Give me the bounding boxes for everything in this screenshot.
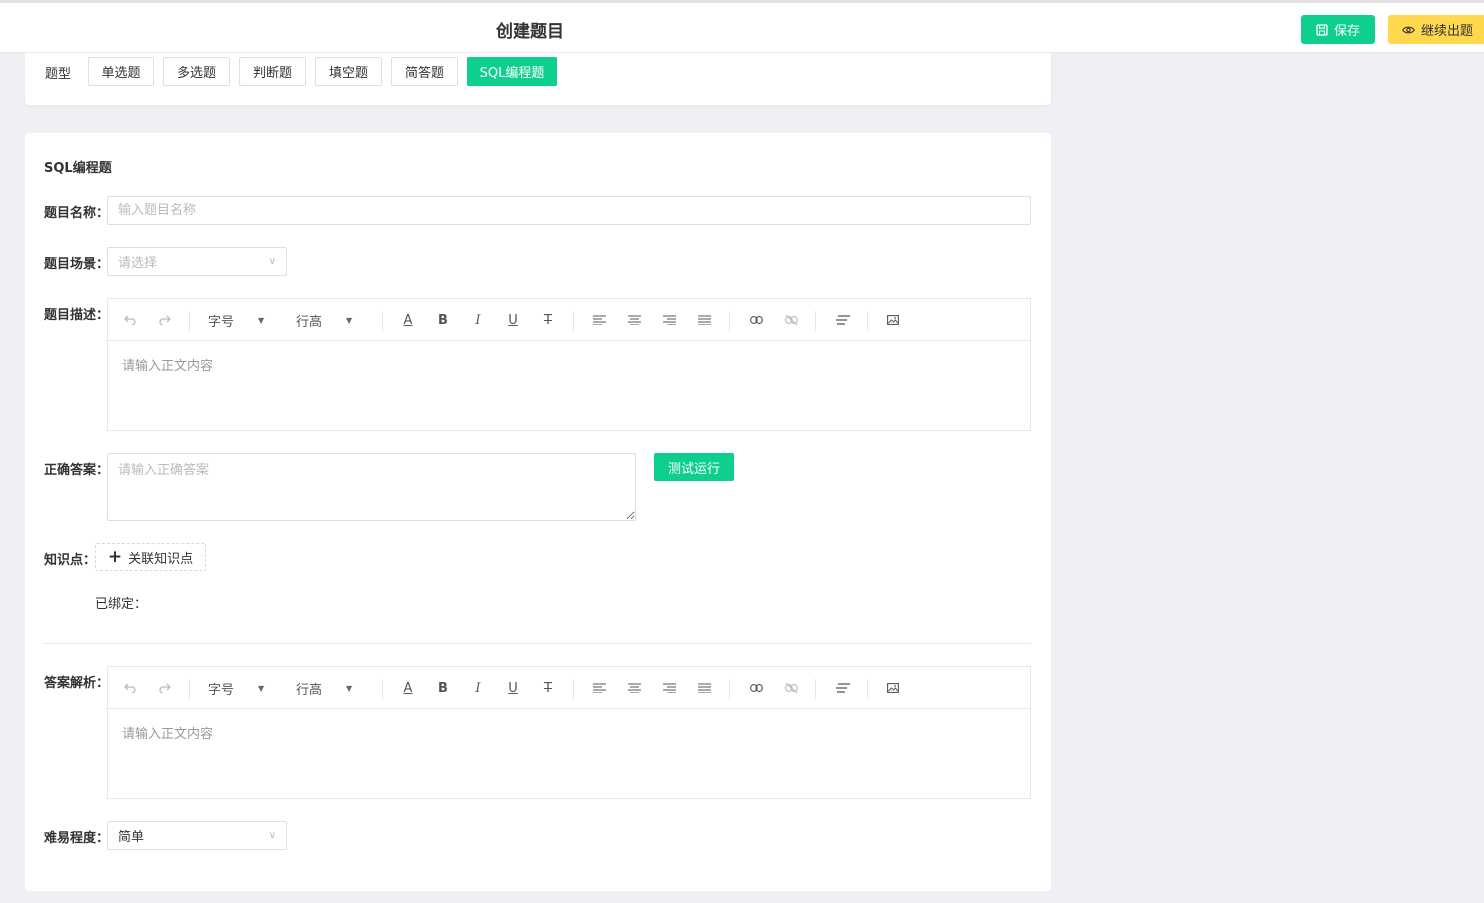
align-justify-icon[interactable]	[694, 677, 714, 699]
save-icon	[1316, 23, 1328, 36]
chevron-down-icon: ∨	[268, 256, 276, 267]
image-icon[interactable]	[883, 309, 903, 331]
image-icon[interactable]	[883, 677, 903, 699]
question-scene-placeholder: 请选择	[118, 256, 158, 271]
type-sql-programming-button[interactable]: SQL编程题	[467, 57, 557, 86]
undo-icon[interactable]	[120, 309, 140, 331]
bold-icon[interactable]: B	[433, 309, 453, 331]
caret-down-icon: ▼	[258, 683, 265, 693]
italic-icon[interactable]: I	[468, 677, 488, 699]
divider	[44, 643, 1031, 644]
strikethrough-icon[interactable]: T	[538, 309, 558, 331]
question-scene-label: 题目场景：	[44, 257, 110, 272]
top-bar: 创建题目 保存 继续出题	[0, 0, 1484, 53]
answer-analysis-label: 答案解析：	[44, 676, 110, 691]
chevron-down-icon: ∨	[268, 830, 276, 841]
caret-down-icon: ▼	[346, 315, 353, 325]
question-name-input[interactable]	[107, 196, 1031, 225]
bold-icon[interactable]: B	[433, 677, 453, 699]
caret-down-icon: ▼	[346, 683, 353, 693]
caret-down-icon: ▼	[258, 315, 265, 325]
question-name-label: 题目名称：	[44, 206, 110, 221]
correct-answer-textarea[interactable]	[107, 453, 636, 521]
align-center-icon[interactable]	[624, 309, 644, 331]
italic-icon[interactable]: I	[468, 309, 488, 331]
knowledge-point-label: 知识点：	[44, 553, 97, 568]
difficulty-value: 简单	[118, 830, 145, 845]
section-title: SQL编程题	[44, 161, 112, 176]
redo-icon[interactable]	[155, 309, 175, 331]
line-height-label: 行高	[296, 314, 323, 330]
editor-toolbar: 字号 ▼ 行高 ▼ A B I U T	[108, 299, 1030, 341]
type-short-answer-button[interactable]: 简答题	[391, 57, 458, 86]
redo-icon[interactable]	[155, 677, 175, 699]
type-single-choice-button[interactable]: 单选题	[88, 57, 154, 86]
type-fill-blank-button[interactable]: 填空题	[315, 57, 382, 86]
font-size-label: 字号	[208, 314, 235, 330]
continue-button[interactable]: 继续出题	[1388, 15, 1484, 44]
underline-icon[interactable]: U	[503, 677, 523, 699]
undo-icon[interactable]	[120, 677, 140, 699]
unlink-icon[interactable]	[781, 309, 801, 331]
difficulty-label: 难易程度：	[44, 831, 110, 846]
align-justify-icon[interactable]	[694, 309, 714, 331]
font-color-icon[interactable]: A	[398, 309, 418, 331]
difficulty-select[interactable]: 简单 ∨	[107, 821, 287, 850]
unlink-icon[interactable]	[781, 677, 801, 699]
align-center-icon[interactable]	[624, 677, 644, 699]
line-height-dropdown[interactable]: 行高 ▼	[296, 309, 352, 331]
link-icon[interactable]	[746, 677, 766, 699]
clear-format-icon[interactable]	[833, 677, 853, 699]
font-size-dropdown[interactable]: 字号 ▼	[208, 677, 264, 699]
eye-icon	[1402, 26, 1415, 33]
question-form-card: SQL编程题 题目名称： 题目场景： 请选择 ∨ 题目描述： 字号 ▼ 行高 ▼ A…	[25, 133, 1051, 891]
font-size-dropdown[interactable]: 字号 ▼	[208, 309, 264, 331]
type-true-false-button[interactable]: 判断题	[239, 57, 306, 86]
question-scene-select[interactable]: 请选择 ∨	[107, 247, 287, 276]
question-type-card: 题型 单选题 多选题 判断题 填空题 简答题 SQL编程题	[25, 53, 1051, 105]
strikethrough-icon[interactable]: T	[538, 677, 558, 699]
analysis-editor: 字号 ▼ 行高 ▼ A B I U T 请输入正文内容	[107, 666, 1031, 799]
align-right-icon[interactable]	[659, 309, 679, 331]
save-label: 保存	[1333, 24, 1360, 39]
align-left-icon[interactable]	[589, 677, 609, 699]
question-type-label: 题型	[45, 67, 72, 82]
underline-icon[interactable]: U	[503, 309, 523, 331]
analysis-editor-body[interactable]: 请输入正文内容	[108, 709, 1030, 799]
link-knowledge-button[interactable]: + 关联知识点	[95, 543, 206, 571]
link-knowledge-label: 关联知识点	[128, 551, 194, 567]
link-icon[interactable]	[746, 309, 766, 331]
line-height-dropdown[interactable]: 行高 ▼	[296, 677, 352, 699]
editor-toolbar: 字号 ▼ 行高 ▼ A B I U T	[108, 667, 1030, 709]
page-title: 创建题目	[496, 22, 564, 42]
continue-label: 继续出题	[1421, 24, 1474, 39]
bound-label: 已绑定：	[95, 597, 148, 612]
align-left-icon[interactable]	[589, 309, 609, 331]
question-description-label: 题目描述：	[44, 308, 110, 323]
test-run-button[interactable]: 测试运行	[654, 453, 734, 481]
clear-format-icon[interactable]	[833, 309, 853, 331]
plus-icon: +	[107, 546, 123, 567]
align-right-icon[interactable]	[659, 677, 679, 699]
font-size-label: 字号	[208, 682, 235, 698]
save-button[interactable]: 保存	[1301, 15, 1375, 44]
correct-answer-label: 正确答案：	[44, 463, 110, 478]
description-editor: 字号 ▼ 行高 ▼ A B I U T 请输入正文内容	[107, 298, 1031, 431]
line-height-label: 行高	[296, 682, 323, 698]
font-color-icon[interactable]: A	[398, 677, 418, 699]
type-multiple-choice-button[interactable]: 多选题	[163, 57, 230, 86]
description-editor-body[interactable]: 请输入正文内容	[108, 341, 1030, 431]
